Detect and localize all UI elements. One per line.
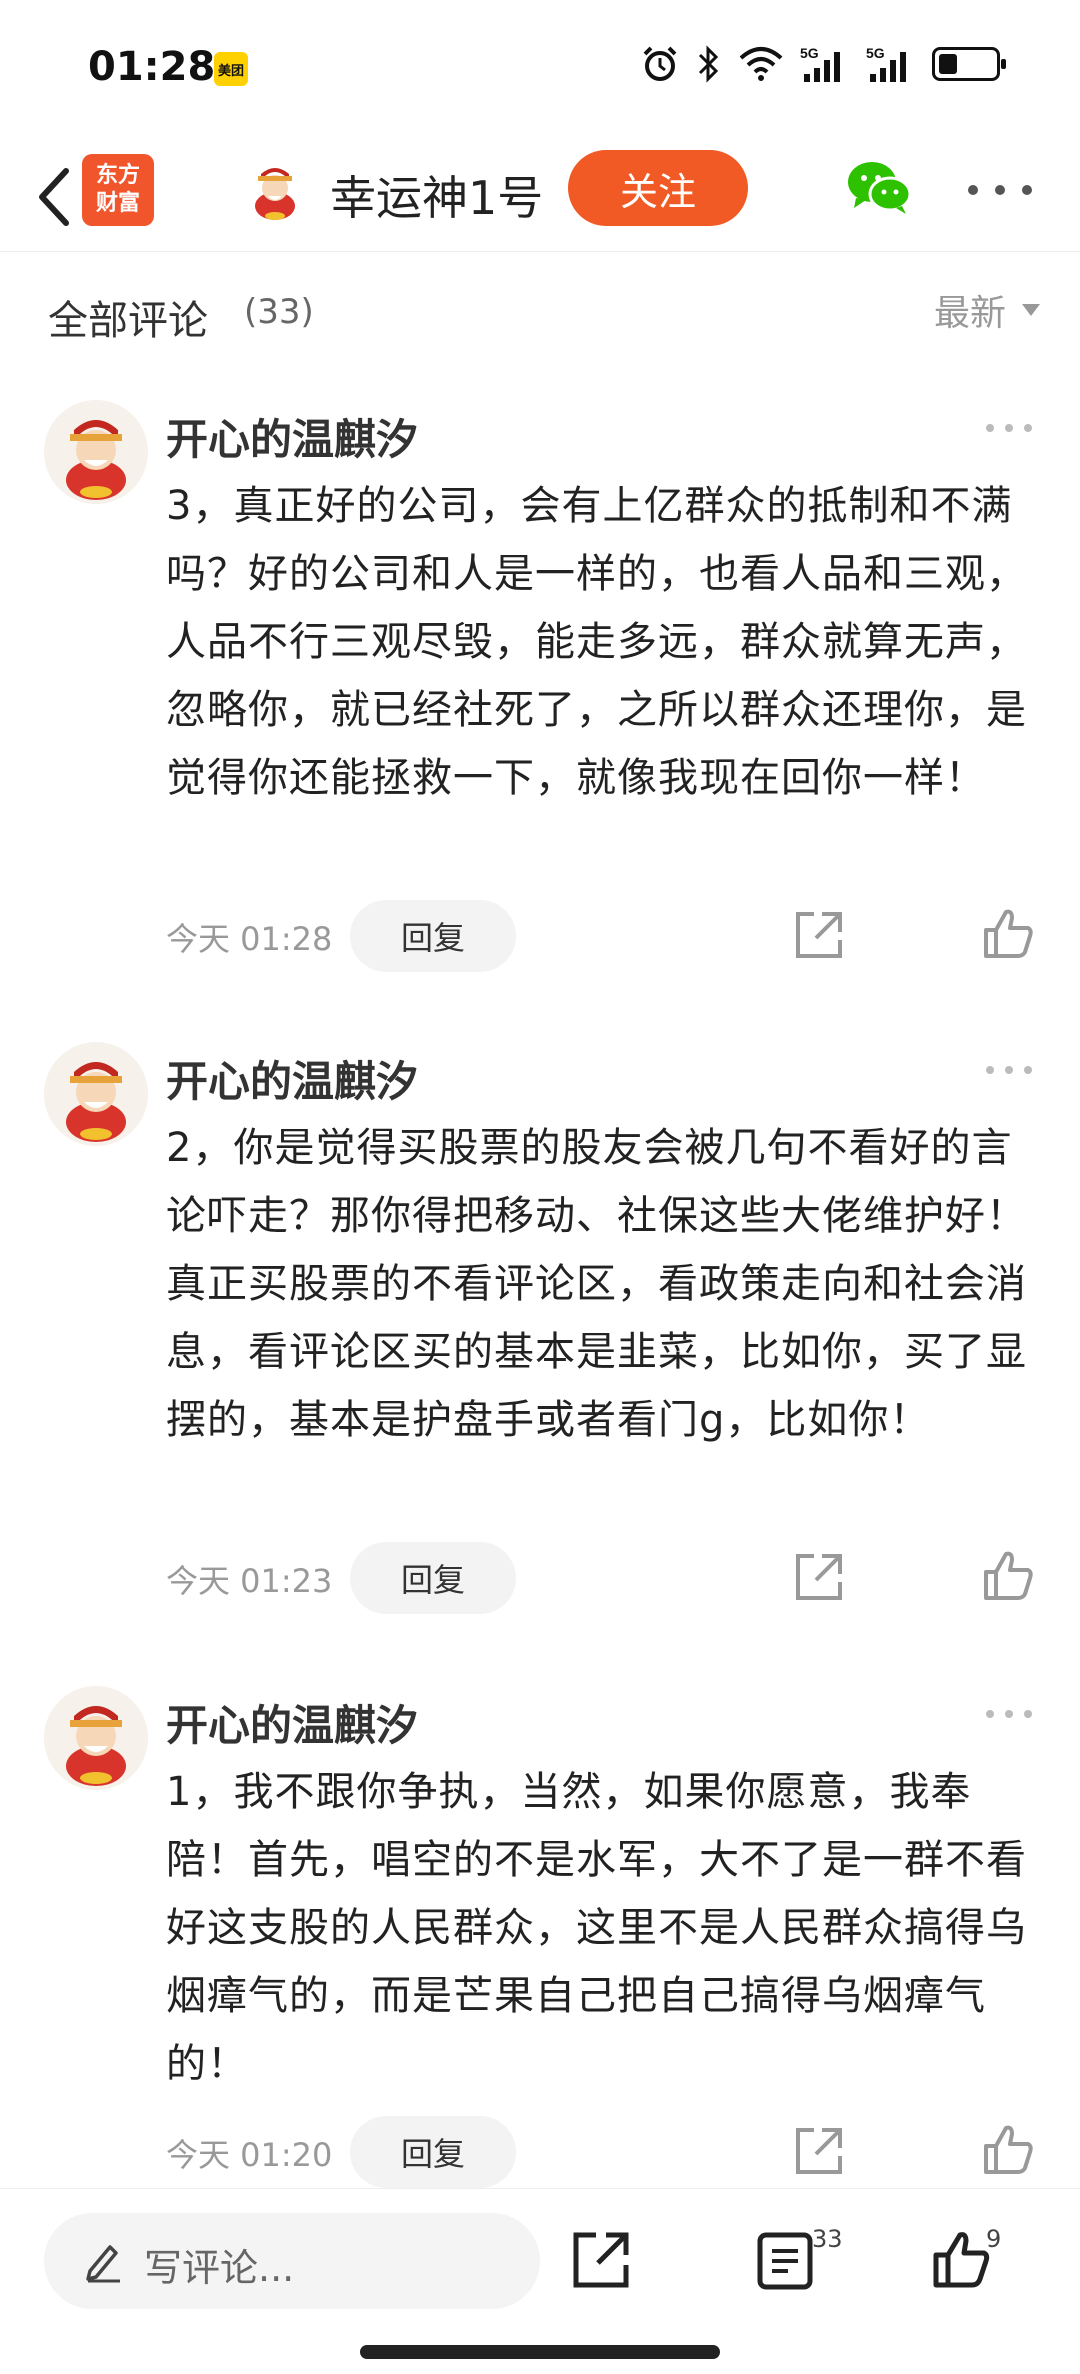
status-bar: 01:28 美团 5G 5G [0,0,1080,140]
commenter-name[interactable]: 开心的温麒汐 [166,406,418,467]
sort-label: 最新 [933,293,1006,334]
share-icon[interactable] [792,1550,846,1604]
back-button[interactable] [24,162,84,232]
comment-time: 今天 01:20 [166,2136,333,2174]
comments-header: 全部评论 (33) 最新 [0,280,1080,350]
sort-dropdown[interactable]: 最新 [934,284,1040,336]
comment-count-badge: 33 [812,2225,843,2253]
commenter-avatar[interactable] [44,1686,148,1790]
wifi-icon [739,47,783,81]
comment-input[interactable]: 写评论... [44,2213,540,2309]
comment-text: 1，我不跟你争执，当然，如果你愿意，我奉陪！首先，唱空的不是水军，大不了是一群不… [166,1769,1027,2087]
dot-icon [1005,424,1013,432]
comment-footer: 今天 01:23 回复 [166,1542,1046,1614]
all-comments-title: 全部评论 [48,298,208,344]
comment-item: 开心的温麒汐 2，你是觉得买股票的股友会被几句不看好的言论吓走？那你得把移动、社… [0,1042,1080,1622]
comment-more-button[interactable] [986,1066,1032,1074]
comment-item: 开心的温麒汐 1，我不跟你争执，当然，如果你愿意，我奉陪！首先，唱空的不是水军，… [0,1686,1080,2188]
commenter-name[interactable]: 开心的温麒汐 [166,1692,418,1753]
meituan-badge-icon: 美团 [214,52,248,86]
dot-icon [1024,1710,1032,1718]
reply-button[interactable]: 回复 [350,1542,516,1614]
comment-footer: 今天 01:28 回复 [166,900,1046,972]
dot-icon [1024,1066,1032,1074]
reply-button[interactable]: 回复 [350,900,516,972]
like-icon[interactable] [930,2229,992,2291]
dot-icon [995,185,1005,195]
status-time: 01:28 [88,44,216,90]
comment-text: 3，真正好的公司，会有上亿群众的抵制和不满吗？好的公司和人是一样的，也看人品和三… [166,483,1027,801]
system-icons: 5G 5G [640,44,1006,84]
comments-list-icon[interactable] [756,2231,814,2291]
dot-icon [1022,185,1032,195]
like-icon[interactable] [980,906,1036,962]
network-label-2: 5G [866,45,885,61]
more-options-button[interactable] [968,178,1032,202]
comment-input-placeholder: 写评论... [144,2246,295,2290]
share-icon[interactable] [792,908,846,962]
comment-item: 开心的温麒汐 3，真正好的公司，会有上亿群众的抵制和不满吗？好的公司和人是一样的… [0,400,1080,980]
dot-icon [1005,1066,1013,1074]
top-nav: 东方 财富 幸运神1号 关注 [0,140,1080,252]
dot-icon [986,424,994,432]
alarm-icon [643,46,677,81]
commenter-avatar[interactable] [44,1042,148,1146]
comment-count: (33) [244,292,314,332]
dot-icon [1024,424,1032,432]
user-avatar[interactable] [244,160,306,222]
battery-icon [932,47,1006,81]
dot-icon [1005,1710,1013,1718]
bottom-bar: 写评论... 33 9 [0,2188,1080,2374]
signal-5g-icon-2: 5G [866,45,906,82]
like-count-badge: 9 [986,2225,1002,2253]
wechat-share-icon[interactable] [846,158,912,218]
network-label-1: 5G [800,45,819,61]
share-icon[interactable] [792,2124,846,2178]
bluetooth-icon [698,45,719,83]
chevron-left-icon [39,168,69,226]
dot-icon [968,185,978,195]
comment-text: 2，你是觉得买股票的股友会被几句不看好的言论吓走？那你得把移动、社保这些大佬维护… [166,1125,1027,1443]
follow-button[interactable]: 关注 [568,150,748,226]
reply-button[interactable]: 回复 [350,2116,516,2188]
commenter-name[interactable]: 开心的温麒汐 [166,1048,418,1109]
page-title: 幸运神1号 [330,171,544,225]
logo-text-2: 财富 [95,191,140,216]
caret-down-icon [1022,304,1040,316]
dot-icon [986,1710,994,1718]
comment-time: 今天 01:28 [166,920,333,958]
comment-more-button[interactable] [986,424,1032,432]
like-icon[interactable] [980,1548,1036,1604]
signal-5g-icon: 5G [800,45,840,82]
home-indicator[interactable] [360,2345,720,2359]
comment-footer: 今天 01:20 回复 [166,2116,1046,2188]
pencil-icon [86,2245,120,2283]
like-icon[interactable] [980,2122,1036,2178]
comment-more-button[interactable] [986,1710,1032,1718]
comment-time: 今天 01:23 [166,1562,333,1600]
dot-icon [986,1066,994,1074]
logo-text-1: 东方 [95,163,140,188]
eastmoney-logo[interactable]: 东方 财富 [82,154,154,226]
share-icon[interactable] [570,2229,632,2291]
commenter-avatar[interactable] [44,400,148,504]
